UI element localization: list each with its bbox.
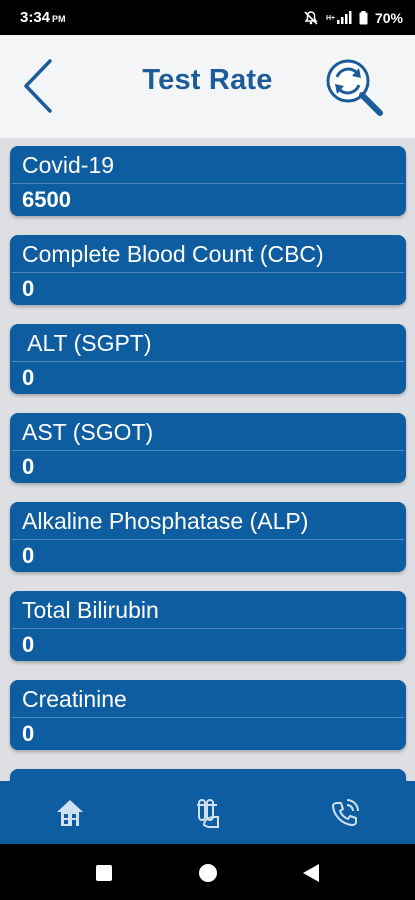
battery-icon: [359, 10, 368, 25]
test-rate: 0: [22, 454, 35, 479]
nav-tests-button[interactable]: [190, 795, 226, 831]
circle-icon: [199, 864, 217, 882]
back-system-button[interactable]: [302, 863, 320, 888]
home-icon: [57, 800, 83, 826]
test-card-total-bilirubin[interactable]: Total Bilirubin 0: [10, 591, 406, 661]
test-tubes-icon: [197, 799, 219, 828]
test-name: Complete Blood Count (CBC): [22, 241, 324, 267]
search-button[interactable]: [322, 55, 386, 119]
test-name: Total Bilirubin: [22, 597, 159, 623]
nav-call-button[interactable]: [327, 795, 363, 831]
test-rate: 0: [22, 276, 35, 301]
status-icons: H+ 70%: [303, 10, 403, 26]
signal-icon: H+: [326, 10, 352, 25]
card-divider: [12, 272, 404, 273]
home-system-button[interactable]: [198, 863, 218, 888]
bottom-nav: [0, 781, 415, 844]
test-name: AST (SGOT): [22, 419, 154, 445]
status-bar: 3:34 PM H+ 70%: [0, 0, 415, 35]
test-rate: 0: [22, 632, 35, 657]
test-rate: 0: [22, 365, 35, 390]
test-card-alt-sgpt[interactable]: ALT (SGPT) 0: [10, 324, 406, 394]
status-time-value: 3:34: [20, 9, 51, 26]
test-card-cbc[interactable]: Complete Blood Count (CBC) 0: [10, 235, 406, 305]
battery-level: 70%: [374, 9, 403, 26]
nav-home-button[interactable]: [52, 795, 88, 831]
mute-icon: [303, 10, 319, 26]
test-rate: 6500: [22, 187, 71, 212]
square-icon: [96, 865, 112, 881]
app-header: Test Rate: [0, 35, 415, 138]
card-divider: [12, 361, 404, 362]
card-divider: [12, 183, 404, 184]
phone-call-icon: [332, 799, 359, 826]
status-time: 3:34 PM: [20, 9, 66, 26]
test-card-alp[interactable]: Alkaline Phosphatase (ALP) 0: [10, 502, 406, 572]
status-time-ampm: PM: [52, 14, 66, 24]
triangle-back-icon: [303, 864, 319, 882]
test-name: Alkaline Phosphatase (ALP): [22, 508, 309, 534]
test-card-ast-sgot[interactable]: AST (SGOT) 0: [10, 413, 406, 483]
card-divider: [12, 628, 404, 629]
search-refresh-icon: [326, 59, 383, 116]
card-divider: [12, 539, 404, 540]
test-name: ALT (SGPT): [22, 330, 152, 356]
system-nav-bar: [0, 844, 415, 900]
card-divider: [12, 450, 404, 451]
svg-text:H+: H+: [326, 15, 335, 22]
test-card-creatinine[interactable]: Creatinine 0: [10, 680, 406, 750]
test-rate: 0: [22, 721, 35, 746]
test-card-covid-19[interactable]: Covid-19 6500: [10, 146, 406, 216]
test-rate-list[interactable]: Covid-19 6500 Complete Blood Count (CBC)…: [0, 138, 415, 781]
test-rate: 0: [22, 543, 35, 568]
test-name: Covid-19: [22, 152, 115, 178]
test-card-partial[interactable]: [10, 769, 406, 781]
test-name: Creatinine: [22, 686, 127, 712]
recents-button[interactable]: [95, 864, 113, 887]
card-divider: [12, 717, 404, 718]
